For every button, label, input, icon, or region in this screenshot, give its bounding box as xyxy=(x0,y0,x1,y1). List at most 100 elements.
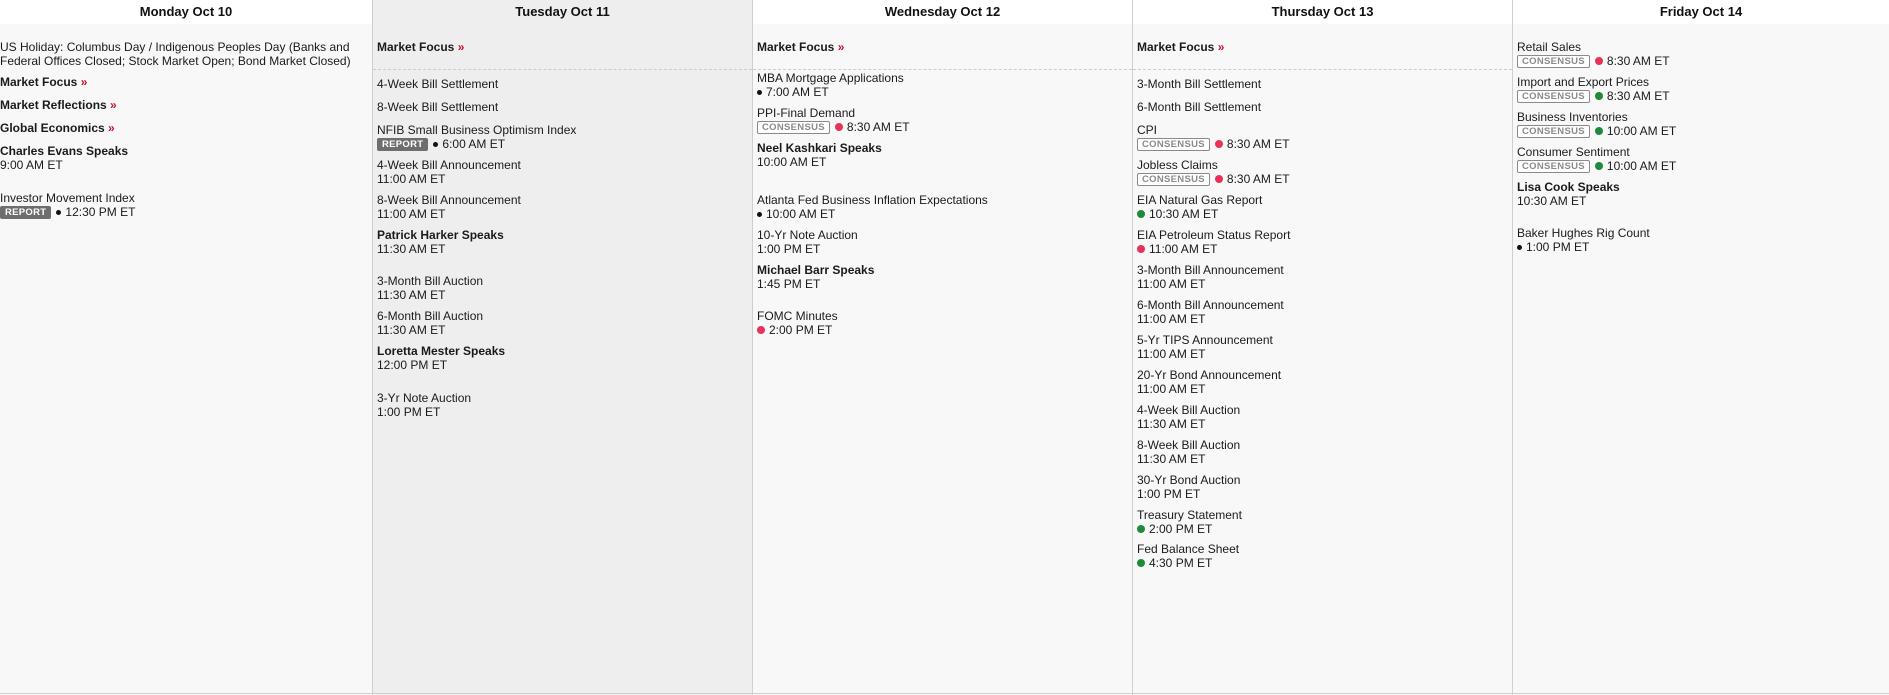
consensus-badge[interactable]: CONSENSUS xyxy=(1517,159,1590,173)
event-name[interactable]: 3-Month Bill Auction xyxy=(377,274,743,288)
consensus-badge[interactable]: CONSENSUS xyxy=(1517,124,1590,138)
event-name[interactable]: Retail Sales xyxy=(1517,40,1883,54)
event-name[interactable]: Global Economics » xyxy=(0,121,366,135)
calendar-event[interactable]: NFIB Small Business Optimism Index REPORT… xyxy=(377,123,743,151)
calendar-event[interactable]: 8-Week Bill Announcement 11:00 AM ET xyxy=(377,193,743,221)
event-name[interactable]: Baker Hughes Rig Count xyxy=(1517,226,1883,240)
consensus-badge[interactable]: CONSENSUS xyxy=(1137,172,1210,186)
event-name[interactable]: 6-Month Bill Announcement xyxy=(1137,298,1503,312)
event-name[interactable]: 8-Week Bill Announcement xyxy=(377,193,743,207)
calendar-event[interactable]: Business Inventories CONSENSUS 10:00 AM ET xyxy=(1517,110,1883,138)
event-name[interactable]: 20-Yr Bond Announcement xyxy=(1137,368,1503,382)
event-name[interactable]: CPI xyxy=(1137,123,1503,137)
calendar-event[interactable]: EIA Natural Gas Report 10:30 AM ET xyxy=(1137,193,1503,221)
event-name[interactable]: Atlanta Fed Business Inflation Expectati… xyxy=(757,193,1123,207)
calendar-event[interactable]: Import and Export Prices CONSENSUS 8:30 AM… xyxy=(1517,75,1883,103)
calendar-event[interactable]: Baker Hughes Rig Count 1:00 PM ET xyxy=(1517,226,1883,254)
calendar-event[interactable]: 5-Yr TIPS Announcement 11:00 AM ET xyxy=(1137,333,1503,361)
event-name[interactable]: 5-Yr TIPS Announcement xyxy=(1137,333,1503,347)
calendar-event[interactable]: Neel Kashkari Speaks 10:00 AM ET xyxy=(757,141,1123,169)
event-name[interactable]: 3-Month Bill Settlement xyxy=(1137,77,1503,91)
calendar-event[interactable]: Loretta Mester Speaks 12:00 PM ET xyxy=(377,344,743,372)
event-name[interactable]: EIA Petroleum Status Report xyxy=(1137,228,1503,242)
calendar-event[interactable]: 3-Yr Note Auction 1:00 PM ET xyxy=(377,391,743,419)
market-focus-link[interactable]: Market Focus » xyxy=(757,40,844,54)
event-name[interactable]: Jobless Claims xyxy=(1137,158,1503,172)
event-name[interactable]: Neel Kashkari Speaks xyxy=(757,141,1123,155)
event-name[interactable]: 10-Yr Note Auction xyxy=(757,228,1123,242)
calendar-event[interactable]: Retail Sales CONSENSUS 8:30 AM ET xyxy=(1517,40,1883,68)
event-name[interactable]: 3-Yr Note Auction xyxy=(377,391,743,405)
calendar-event[interactable]: 20-Yr Bond Announcement 11:00 AM ET xyxy=(1137,368,1503,396)
section-link[interactable]: Market Reflections » xyxy=(0,98,366,112)
calendar-event[interactable]: MBA Mortgage Applications 7:00 AM ET xyxy=(757,71,1123,99)
calendar-event[interactable]: CPI CONSENSUS 8:30 AM ET xyxy=(1137,123,1503,151)
event-name[interactable]: Consumer Sentiment xyxy=(1517,145,1883,159)
calendar-event[interactable]: 6-Month Bill Announcement 11:00 AM ET xyxy=(1137,298,1503,326)
event-name[interactable]: 8-Week Bill Settlement xyxy=(377,100,743,114)
consensus-badge[interactable]: CONSENSUS xyxy=(1137,137,1210,151)
event-name[interactable]: Business Inventories xyxy=(1517,110,1883,124)
calendar-event[interactable]: Treasury Statement 2:00 PM ET xyxy=(1137,508,1503,536)
calendar-event[interactable]: 3-Month Bill Announcement 11:00 AM ET xyxy=(1137,263,1503,291)
event-name[interactable]: Michael Barr Speaks xyxy=(757,263,1123,277)
event-name[interactable]: 3-Month Bill Announcement xyxy=(1137,263,1503,277)
event-name[interactable]: 4-Week Bill Announcement xyxy=(377,158,743,172)
report-badge[interactable]: REPORT xyxy=(377,137,429,151)
calendar-event[interactable]: Atlanta Fed Business Inflation Expectati… xyxy=(757,193,1123,221)
event-name[interactable]: Market Focus » xyxy=(0,75,366,89)
event-name[interactable]: US Holiday: Columbus Day / Indigenous Pe… xyxy=(0,40,366,68)
event-name[interactable]: 4-Week Bill Auction xyxy=(1137,403,1503,417)
section-link[interactable]: Market Focus » xyxy=(0,75,366,89)
calendar-event[interactable]: 6-Month Bill Settlement xyxy=(1137,100,1503,114)
event-name[interactable]: 30-Yr Bond Auction xyxy=(1137,473,1503,487)
calendar-event[interactable]: Investor Movement Index REPORT 12:30 PM ET xyxy=(0,191,366,219)
calendar-event[interactable]: 3-Month Bill Auction 11:30 AM ET xyxy=(377,274,743,302)
consensus-badge[interactable]: CONSENSUS xyxy=(1517,54,1590,68)
event-name[interactable]: Investor Movement Index xyxy=(0,191,366,205)
market-focus-link[interactable]: Market Focus » xyxy=(1137,40,1224,54)
consensus-badge[interactable]: CONSENSUS xyxy=(1517,89,1590,103)
calendar-event[interactable]: Fed Balance Sheet 4:30 PM ET xyxy=(1137,542,1503,570)
calendar-event[interactable]: Patrick Harker Speaks 11:30 AM ET xyxy=(377,228,743,256)
calendar-event[interactable]: 30-Yr Bond Auction 1:00 PM ET xyxy=(1137,473,1503,501)
event-name[interactable]: NFIB Small Business Optimism Index xyxy=(377,123,743,137)
event-name[interactable]: EIA Natural Gas Report xyxy=(1137,193,1503,207)
report-badge[interactable]: REPORT xyxy=(0,205,52,219)
event-name[interactable]: FOMC Minutes xyxy=(757,309,1123,323)
calendar-event[interactable]: Jobless Claims CONSENSUS 8:30 AM ET xyxy=(1137,158,1503,186)
section-link[interactable]: Global Economics » xyxy=(0,121,366,135)
calendar-event[interactable]: 10-Yr Note Auction 1:00 PM ET xyxy=(757,228,1123,256)
calendar-event[interactable]: 4-Week Bill Announcement 11:00 AM ET xyxy=(377,158,743,186)
event-name[interactable]: Loretta Mester Speaks xyxy=(377,344,743,358)
calendar-event[interactable]: 8-Week Bill Settlement xyxy=(377,100,743,114)
event-name[interactable]: Lisa Cook Speaks xyxy=(1517,180,1883,194)
calendar-event[interactable]: Consumer Sentiment CONSENSUS 10:00 AM ET xyxy=(1517,145,1883,173)
calendar-event[interactable]: Michael Barr Speaks 1:45 PM ET xyxy=(757,263,1123,291)
event-name[interactable]: Import and Export Prices xyxy=(1517,75,1883,89)
calendar-event[interactable]: PPI-Final Demand CONSENSUS 8:30 AM ET xyxy=(757,106,1123,134)
calendar-event[interactable]: 6-Month Bill Auction 11:30 AM ET xyxy=(377,309,743,337)
event-name[interactable]: Fed Balance Sheet xyxy=(1137,542,1503,556)
event-name[interactable]: Patrick Harker Speaks xyxy=(377,228,743,242)
calendar-event[interactable]: 4-Week Bill Settlement xyxy=(377,77,743,91)
calendar-event[interactable]: Lisa Cook Speaks 10:30 AM ET xyxy=(1517,180,1883,208)
market-focus-link[interactable]: Market Focus » xyxy=(377,40,464,54)
event-name[interactable]: Treasury Statement xyxy=(1137,508,1503,522)
event-name[interactable]: 6-Month Bill Auction xyxy=(377,309,743,323)
calendar-event[interactable]: 4-Week Bill Auction 11:30 AM ET xyxy=(1137,403,1503,431)
event-name[interactable]: 4-Week Bill Settlement xyxy=(377,77,743,91)
event-name[interactable]: MBA Mortgage Applications xyxy=(757,71,1123,85)
calendar-event[interactable]: FOMC Minutes 2:00 PM ET xyxy=(757,309,1123,337)
event-name[interactable]: 8-Week Bill Auction xyxy=(1137,438,1503,452)
calendar-event[interactable]: US Holiday: Columbus Day / Indigenous Pe… xyxy=(0,40,366,68)
event-name[interactable]: 6-Month Bill Settlement xyxy=(1137,100,1503,114)
event-name[interactable]: Market Reflections » xyxy=(0,98,366,112)
calendar-event[interactable]: 8-Week Bill Auction 11:30 AM ET xyxy=(1137,438,1503,466)
event-name[interactable]: PPI-Final Demand xyxy=(757,106,1123,120)
event-name[interactable]: Charles Evans Speaks xyxy=(0,144,366,158)
calendar-event[interactable]: Charles Evans Speaks 9:00 AM ET xyxy=(0,144,366,172)
consensus-badge[interactable]: CONSENSUS xyxy=(757,120,830,134)
calendar-event[interactable]: 3-Month Bill Settlement xyxy=(1137,77,1503,91)
calendar-event[interactable]: EIA Petroleum Status Report 11:00 AM ET xyxy=(1137,228,1503,256)
